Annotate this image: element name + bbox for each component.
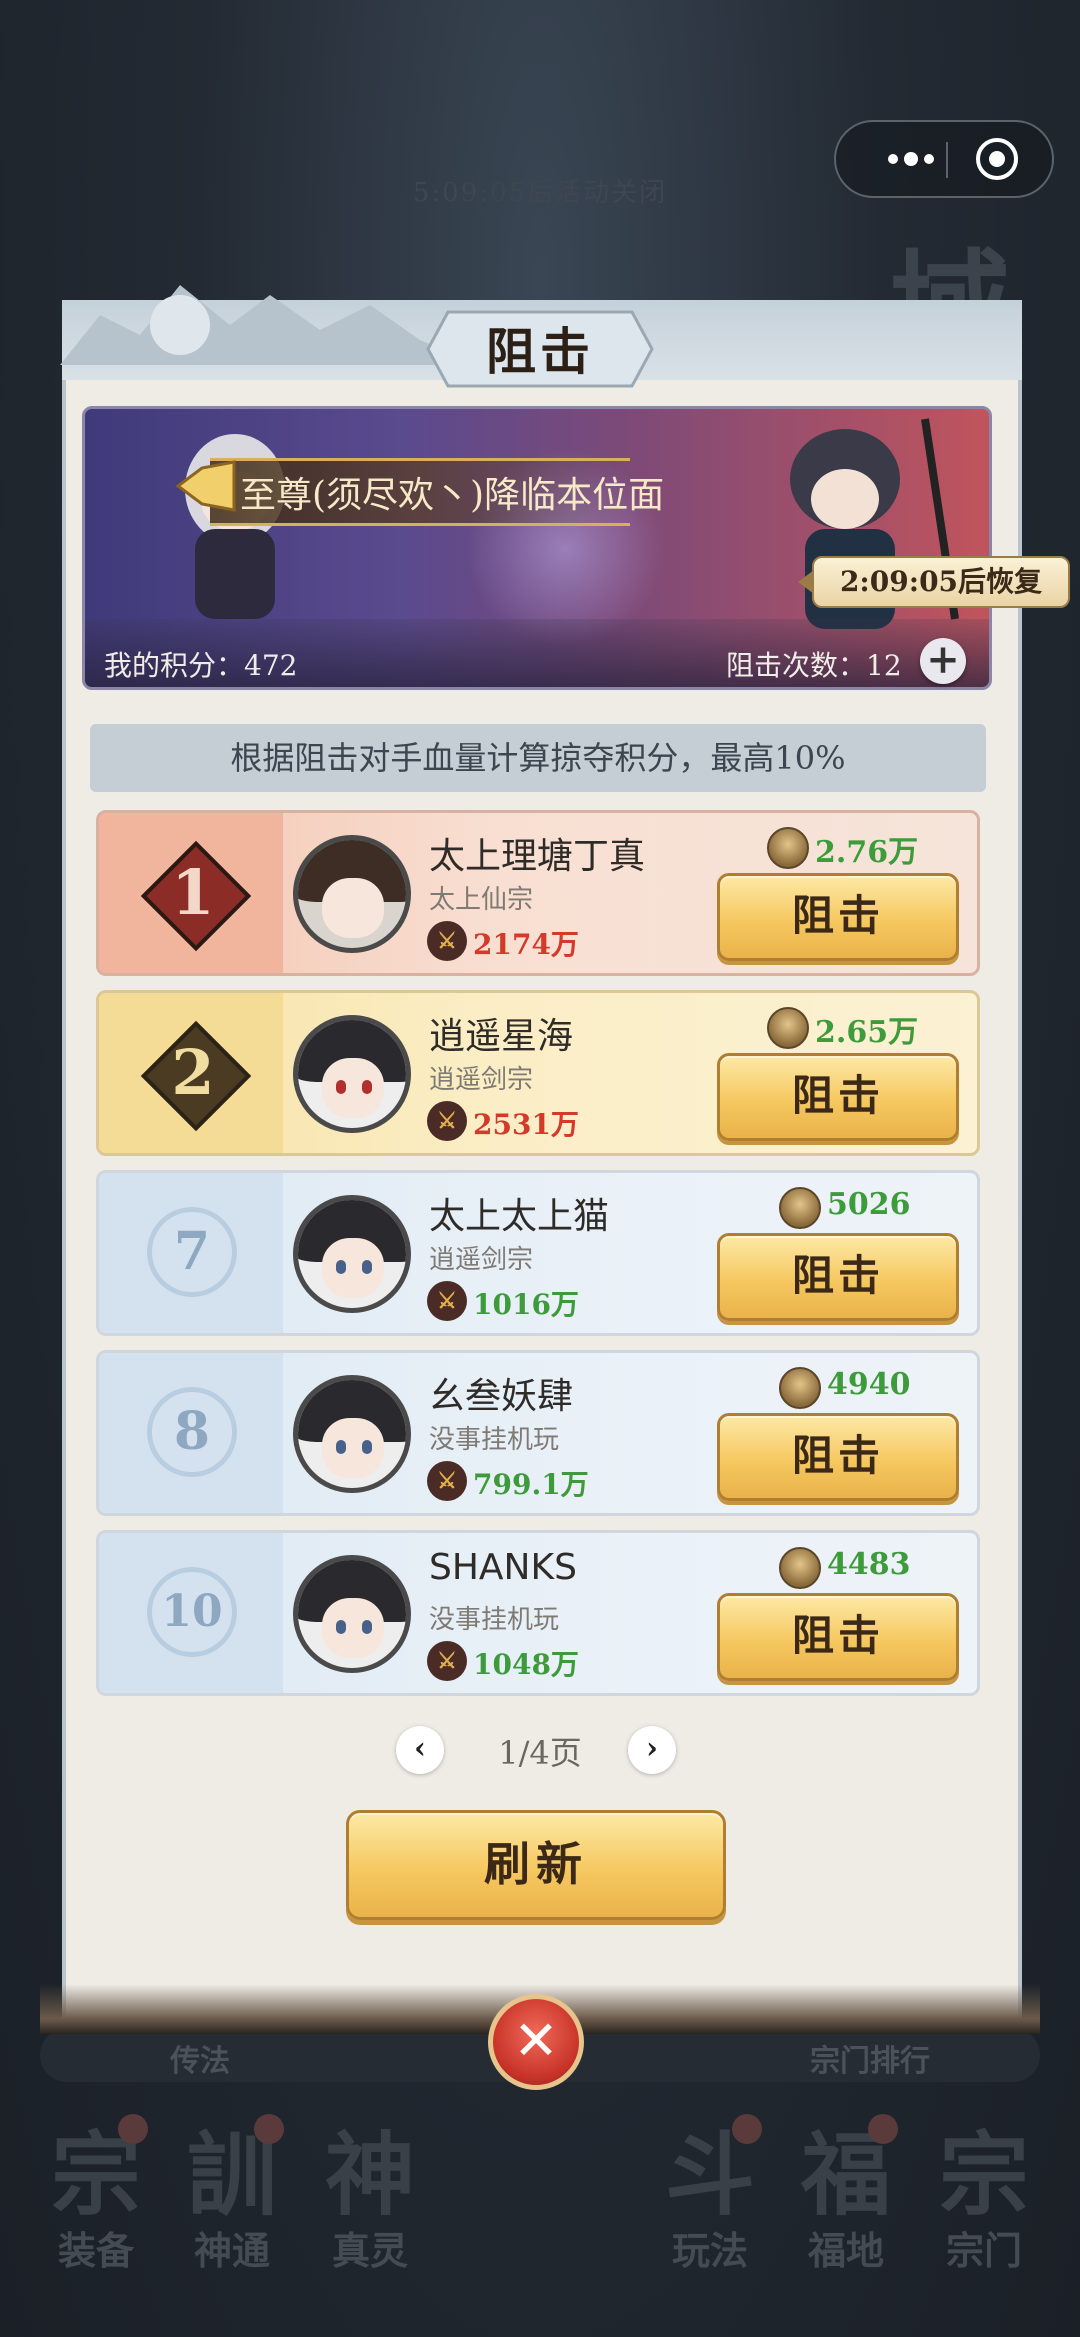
score-badge-icon xyxy=(779,1187,821,1229)
rank-number: 7 xyxy=(147,1207,237,1297)
opponent-row: 7 太上太上猫 逍遥剑宗 ⚔ 1016万 5026 阻击 xyxy=(96,1170,980,1336)
block-button[interactable]: 阻击 xyxy=(717,1233,959,1321)
opponent-row: 8 幺叁妖肆 没事挂机玩 ⚔ 799.1万 4940 阻击 xyxy=(96,1350,980,1516)
player-power: 799.1万 xyxy=(473,1468,589,1501)
rule-notice: 根据阻击对手血量计算掠夺积分，最高10% xyxy=(90,724,986,792)
loot-score: 4940 xyxy=(827,1367,911,1402)
block-count: 阻击次数：12 xyxy=(726,649,902,682)
player-power: 2531万 xyxy=(473,1108,579,1141)
block-button[interactable]: 阻击 xyxy=(717,1593,959,1681)
avatar xyxy=(293,835,411,953)
capsule-divider xyxy=(946,142,948,178)
player-name: 太上理塘丁真 xyxy=(429,836,646,877)
score-badge-icon xyxy=(767,827,809,869)
block-button[interactable]: 阻击 xyxy=(717,1413,959,1501)
rank-number: 1 xyxy=(171,856,215,929)
loot-score: 2.76万 xyxy=(815,835,919,870)
player-name: SHANKS xyxy=(429,1547,577,1588)
refresh-button[interactable]: 刷新 xyxy=(346,1810,726,1920)
score-badge-icon xyxy=(779,1547,821,1589)
tab-chuanfa: 传法 xyxy=(170,2044,230,2079)
horn-icon xyxy=(175,460,236,512)
notification-badge xyxy=(118,2114,148,2144)
nav-shentong: 訓 神通 xyxy=(172,2114,292,2275)
miniprogram-capsule xyxy=(834,120,1054,198)
rank-number: 10 xyxy=(147,1567,237,1657)
player-power: 2174万 xyxy=(473,928,579,961)
player-sect: 逍遥剑宗 xyxy=(429,1245,534,1275)
bottom-nav: 宗 装备 訓 神通 神 真灵 斗 玩法 福 福地 宗 宗门 xyxy=(0,2114,1080,2320)
rank-badge: 2 xyxy=(140,1020,252,1132)
announcement-text: 至尊(须尽欢丶)降临本位面 xyxy=(240,475,665,516)
nav-wanfa: 斗 玩法 xyxy=(650,2114,770,2275)
mountain-decoration xyxy=(60,285,480,365)
next-page-button[interactable]: › xyxy=(628,1726,676,1774)
player-sect: 太上仙宗 xyxy=(429,885,534,915)
my-score: 我的积分：472 xyxy=(104,649,298,682)
nav-sect: 宗 宗门 xyxy=(924,2120,1044,2275)
rank-number: 2 xyxy=(171,1036,215,1109)
recover-timer: 2:09:05后恢复 xyxy=(798,556,1070,608)
close-dialog-button[interactable]: ✕ xyxy=(488,1994,584,2090)
notification-badge xyxy=(732,2114,762,2144)
block-button[interactable]: 阻击 xyxy=(717,1053,959,1141)
player-name: 幺叁妖肆 xyxy=(429,1376,574,1417)
opponent-row: 10 SHANKS 没事挂机玩 ⚔ 1048万 4483 阻击 xyxy=(96,1530,980,1696)
crossed-swords-icon: ⚔ xyxy=(427,1641,467,1681)
block-button[interactable]: 阻击 xyxy=(717,873,959,961)
opponent-row: 1 太上理塘丁真 太上仙宗 ⚔ 2174万 2.76万 阻击 xyxy=(96,810,980,976)
rank-badge: 1 xyxy=(140,840,252,952)
score-badge-icon xyxy=(779,1367,821,1409)
nav-zhenling-icon: 神 xyxy=(325,2122,415,2228)
close-miniprogram-icon[interactable] xyxy=(976,138,1018,180)
rank-number: 8 xyxy=(147,1387,237,1477)
notification-badge xyxy=(254,2114,284,2144)
avatar xyxy=(293,1015,411,1133)
loot-score: 4483 xyxy=(827,1547,911,1582)
player-sect: 没事挂机玩 xyxy=(429,1605,560,1635)
opponent-row: 2 逍遥星海 逍遥剑宗 ⚔ 2531万 2.65万 阻击 xyxy=(96,990,980,1156)
tab-sect-ranking: 宗门排行 xyxy=(810,2044,930,2079)
crossed-swords-icon: ⚔ xyxy=(427,921,467,961)
player-power: 1048万 xyxy=(473,1648,579,1681)
dialog-title: 阻击 xyxy=(486,322,594,381)
avatar xyxy=(293,1555,411,1673)
avatar xyxy=(293,1375,411,1493)
nav-fudi: 福 福地 xyxy=(786,2114,906,2275)
nav-sect-icon: 宗 xyxy=(939,2122,1029,2228)
score-badge-icon xyxy=(767,1007,809,1049)
player-name: 太上太上猫 xyxy=(429,1196,610,1237)
avatar xyxy=(293,1195,411,1313)
player-name: 逍遥星海 xyxy=(429,1016,574,1057)
page-indicator: 1/4页 xyxy=(498,1734,582,1772)
player-power: 1016万 xyxy=(473,1288,579,1321)
prev-page-button[interactable]: ‹ xyxy=(396,1726,444,1774)
crossed-swords-icon: ⚔ xyxy=(427,1281,467,1321)
more-icon[interactable] xyxy=(866,122,956,196)
crossed-swords-icon: ⚔ xyxy=(427,1101,467,1141)
loot-score: 5026 xyxy=(827,1187,911,1222)
player-sect: 没事挂机玩 xyxy=(429,1425,560,1455)
nav-zhenling: 神 真灵 xyxy=(310,2120,430,2275)
notification-badge xyxy=(868,2114,898,2144)
nav-equipment: 宗 装备 xyxy=(36,2114,156,2275)
crossed-swords-icon: ⚔ xyxy=(427,1461,467,1501)
add-attempts-button[interactable]: + xyxy=(920,638,966,684)
player-sect: 逍遥剑宗 xyxy=(429,1065,534,1095)
loot-score: 2.65万 xyxy=(815,1015,919,1050)
